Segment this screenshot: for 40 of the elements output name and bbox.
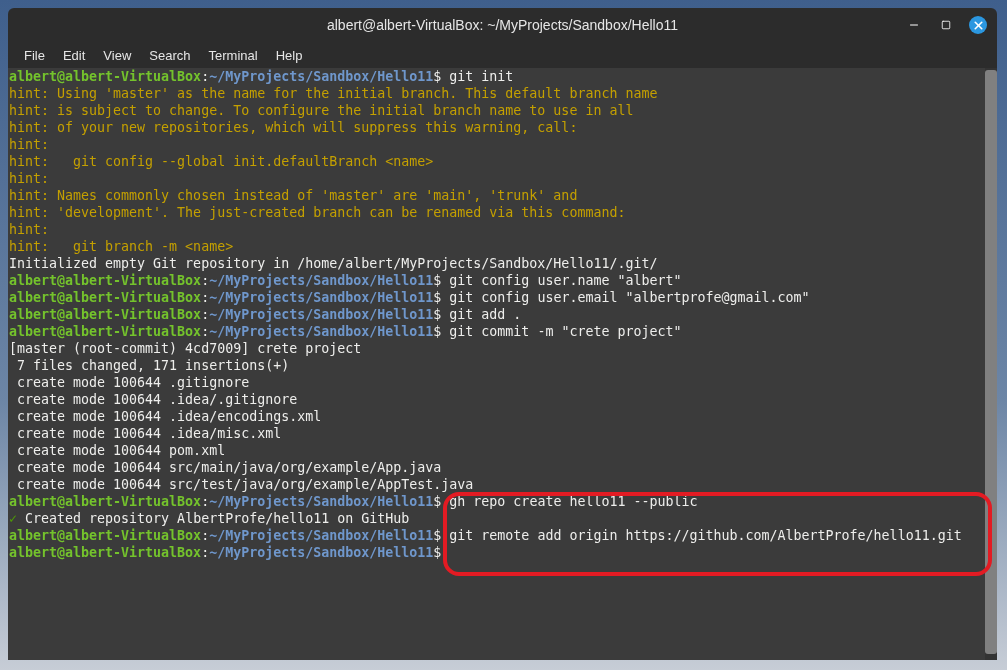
- success-line: ✓ Created repository AlbertProfe/hello11 on GitHub: [9, 510, 411, 527]
- prompt-line: albert@albert-VirtualBox:~/MyProjects/Sandbox/Hello11$: [9, 544, 443, 561]
- hint-line: hint: Names commonly chosen instead of 'master' are 'main', 'trunk' and: [9, 187, 579, 204]
- hint-line: hint:: [9, 136, 51, 153]
- prompt-line: albert@albert-VirtualBox:~/MyProjects/Sandbox/Hello11$ git add .: [9, 306, 523, 323]
- window-title: albert@albert-VirtualBox: ~/MyProjects/Sandbox/Hello11: [326, 17, 678, 33]
- hint-line: hint: is subject to change. To configure the initial branch name to use in all: [9, 102, 635, 119]
- prompt-line: albert@albert-VirtualBox:~/MyProjects/Sandbox/Hello11$ git config user.email "albertprofe@gmail.com": [9, 289, 811, 306]
- output-line: 7 files changed, 171 insertions(+): [16, 357, 291, 374]
- hint-line: hint: of your new repositories, which will suppress this warning, call:: [9, 119, 579, 136]
- menu-item[interactable]: Search: [141, 47, 199, 63]
- menu-item[interactable]: Edit: [54, 47, 94, 63]
- prompt-line: albert@albert-VirtualBox:~/MyProjects/Sandbox/Hello11$ git commit -m "crete project": [9, 323, 683, 340]
- hint-line: hint: 'development'. The just-created branch can be renamed via this command:: [9, 204, 627, 221]
- menu-item[interactable]: File: [16, 47, 53, 63]
- menu-item[interactable]: View: [95, 47, 140, 63]
- menu-item[interactable]: Help: [267, 47, 311, 63]
- output-line: create mode 100644 src/test/java/org/example/AppTest.java: [16, 476, 475, 493]
- hint-line: hint: git branch -m <name>: [9, 238, 235, 255]
- hint-line: hint: Using 'master' as the name for the initial branch. This default branch name: [9, 85, 659, 102]
- prompt-line: albert@albert-VirtualBox:~/MyProjects/Sandbox/Hello11$ git config user.name "albert": [9, 272, 683, 289]
- prompt-line: albert@albert-VirtualBox:~/MyProjects/Sandbox/Hello11$ gh repo create hello11 --public: [9, 493, 699, 510]
- hint-line: hint:: [9, 170, 51, 187]
- hint-line: hint:: [9, 221, 51, 238]
- output-line: [master (root-commit) 4cd7009] crete project: [9, 340, 363, 357]
- close-icon: [971, 18, 985, 32]
- menu-item[interactable]: Terminal: [200, 47, 266, 63]
- output-line: create mode 100644 src/main/java/org/example/App.java: [16, 459, 443, 476]
- output-line: Initialized empty Git repository in /home/albert/MyProjects/Sandbox/Hello11/.git/: [9, 255, 659, 272]
- output-line: create mode 100644 .idea/.gitignore: [16, 391, 299, 408]
- output-line: create mode 100644 .idea/misc.xml: [16, 425, 283, 442]
- output-line: create mode 100644 .gitignore: [16, 374, 251, 391]
- scrollbar[interactable]: [985, 68, 997, 660]
- prompt-line: albert@albert-VirtualBox:~/MyProjects/Sandbox/Hello11$ git remote add origin https://github.com/AlbertProfe/hello11.git: [9, 527, 963, 544]
- output-line: create mode 100644 .idea/encodings.xml: [16, 408, 323, 425]
- close-button[interactable]: [969, 16, 987, 34]
- prompt-line: albert@albert-VirtualBox:~/MyProjects/Sandbox/Hello11$ git init: [9, 68, 515, 85]
- output-line: create mode 100644 pom.xml: [16, 442, 227, 459]
- maximize-icon: [941, 20, 951, 30]
- hint-line: hint: git config --global init.defaultBranch <name>: [9, 153, 435, 170]
